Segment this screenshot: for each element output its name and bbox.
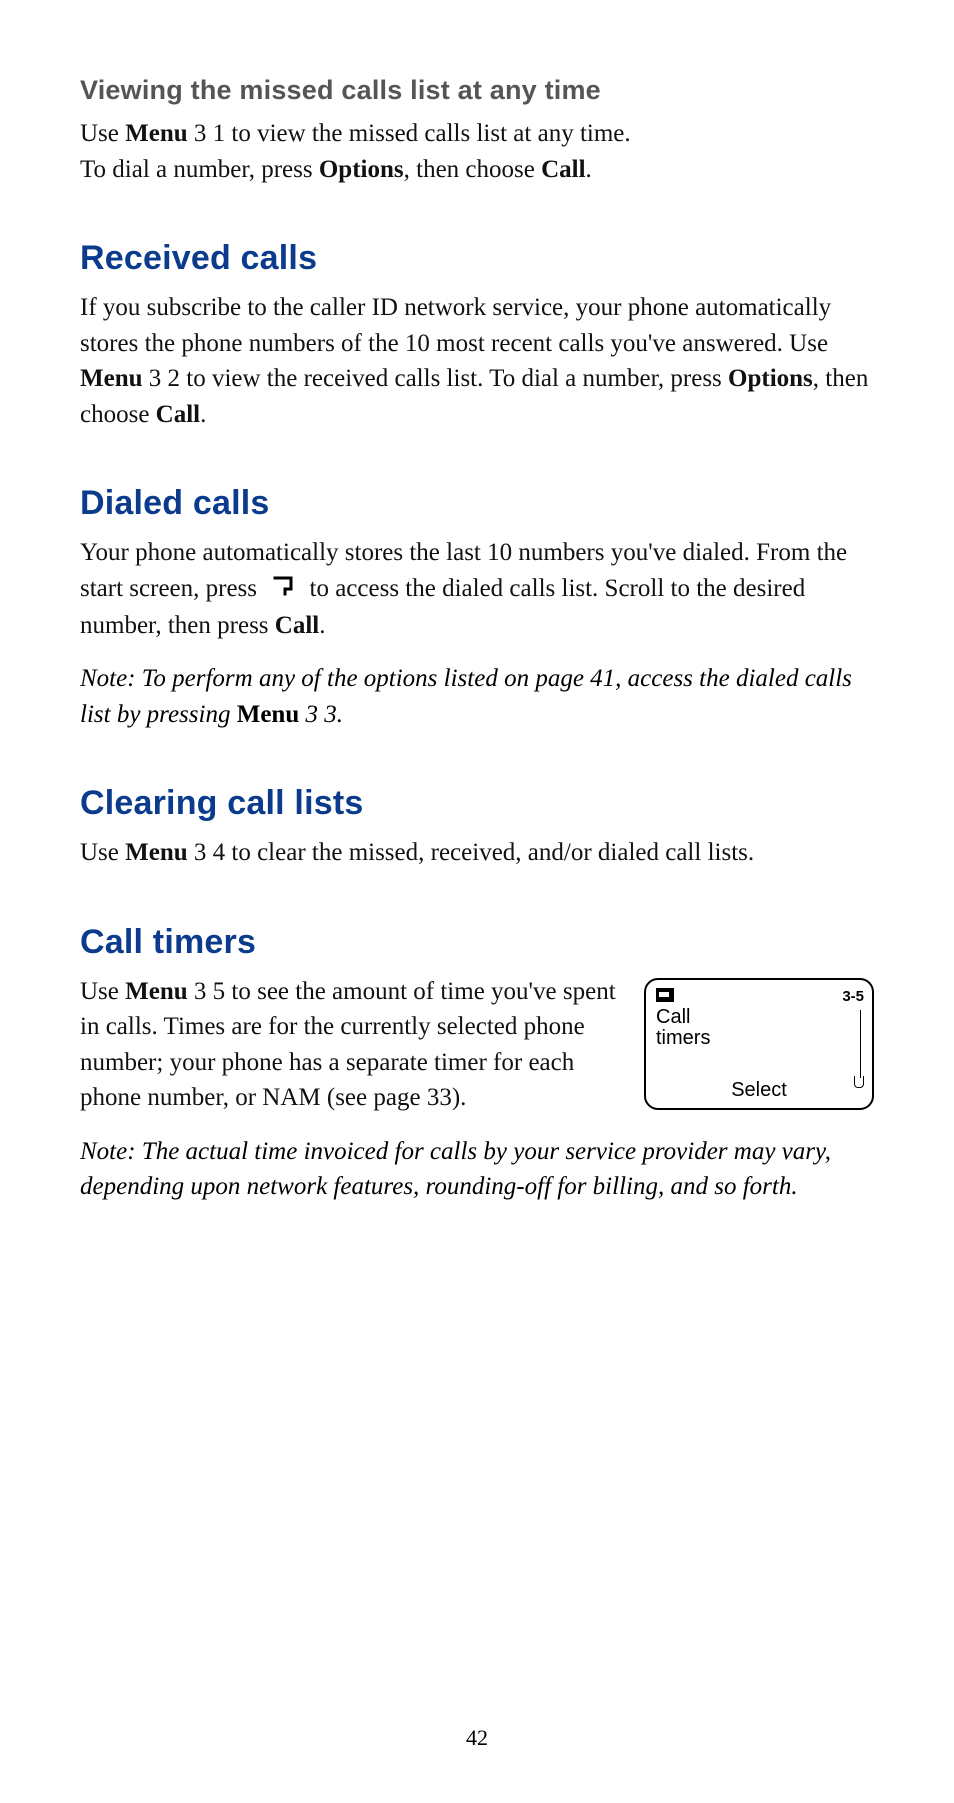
note-timers: Note: The actual time invoiced for calls… (80, 1134, 874, 1205)
text: Note: To perform any of the options list… (80, 665, 852, 728)
text: , then choose (404, 156, 541, 183)
subheading-missed: Viewing the missed calls list at any tim… (80, 75, 874, 106)
text: If you subscribe to the caller ID networ… (80, 294, 831, 357)
screen-title-line2: timers (656, 1027, 710, 1049)
bold-menu: Menu (80, 365, 143, 392)
screen-top-row: Call timers 3-5 (656, 988, 864, 1049)
paragraph-clearing: Use Menu 3 4 to clear the missed, receiv… (80, 835, 874, 871)
section-call-timers: Call timers Call timers 3-5 Select Use M (80, 923, 874, 1205)
paragraph-dialed: Your phone automatically stores the last… (80, 535, 874, 643)
section-missed-calls: Viewing the missed calls list at any tim… (80, 75, 874, 187)
phone-screen: Call timers 3-5 Select (644, 978, 874, 1110)
text: . (586, 156, 592, 183)
text: Use (80, 839, 125, 866)
section-dialed-calls: Dialed calls Your phone automatically st… (80, 484, 874, 732)
section-clearing-lists: Clearing call lists Use Menu 3 4 to clea… (80, 784, 874, 871)
bold-options: Options (728, 365, 813, 392)
screen-scrollbar (856, 1010, 864, 1088)
screen-title-line1: Call (656, 1006, 690, 1028)
text: Use (80, 120, 125, 147)
heading-clearing: Clearing call lists (80, 784, 874, 823)
bold-options: Options (319, 156, 404, 183)
text: 3 1 to view the missed calls list at any… (188, 120, 631, 147)
text: . (319, 612, 325, 639)
bold-call: Call (541, 156, 585, 183)
bold-menu: Menu (237, 701, 300, 728)
bold-menu: Menu (125, 839, 188, 866)
bold-call: Call (156, 401, 200, 428)
text: Use (80, 978, 125, 1005)
heading-received: Received calls (80, 239, 874, 278)
bold-menu: Menu (125, 978, 188, 1005)
paragraph-received: If you subscribe to the caller ID networ… (80, 290, 874, 432)
bold-menu: Menu (125, 120, 188, 147)
paragraph-missed-1: Use Menu 3 1 to view the missed calls li… (80, 116, 874, 152)
section-received-calls: Received calls If you subscribe to the c… (80, 239, 874, 432)
screen-softkey: Select (646, 1079, 872, 1102)
text: 3 4 to clear the missed, received, and/o… (188, 839, 754, 866)
text: . (200, 401, 206, 428)
send-key-icon (269, 572, 297, 608)
page-number: 42 (0, 1725, 954, 1751)
paragraph-missed-2: To dial a number, press Options, then ch… (80, 152, 874, 188)
menu-icon (656, 988, 674, 1002)
heading-timers: Call timers (80, 923, 874, 962)
text: To dial a number, press (80, 156, 319, 183)
text: 3 3. (299, 701, 343, 728)
text: 3 2 to view the received calls list. To … (143, 365, 729, 392)
heading-dialed: Dialed calls (80, 484, 874, 523)
screen-left: Call timers (656, 988, 710, 1049)
phone-screen-figure: Call timers 3-5 Select (644, 978, 874, 1110)
bold-call: Call (275, 612, 319, 639)
screen-index: 3-5 (842, 988, 864, 1005)
note-dialed: Note: To perform any of the options list… (80, 661, 874, 732)
screen-title: Call timers (656, 1007, 710, 1049)
